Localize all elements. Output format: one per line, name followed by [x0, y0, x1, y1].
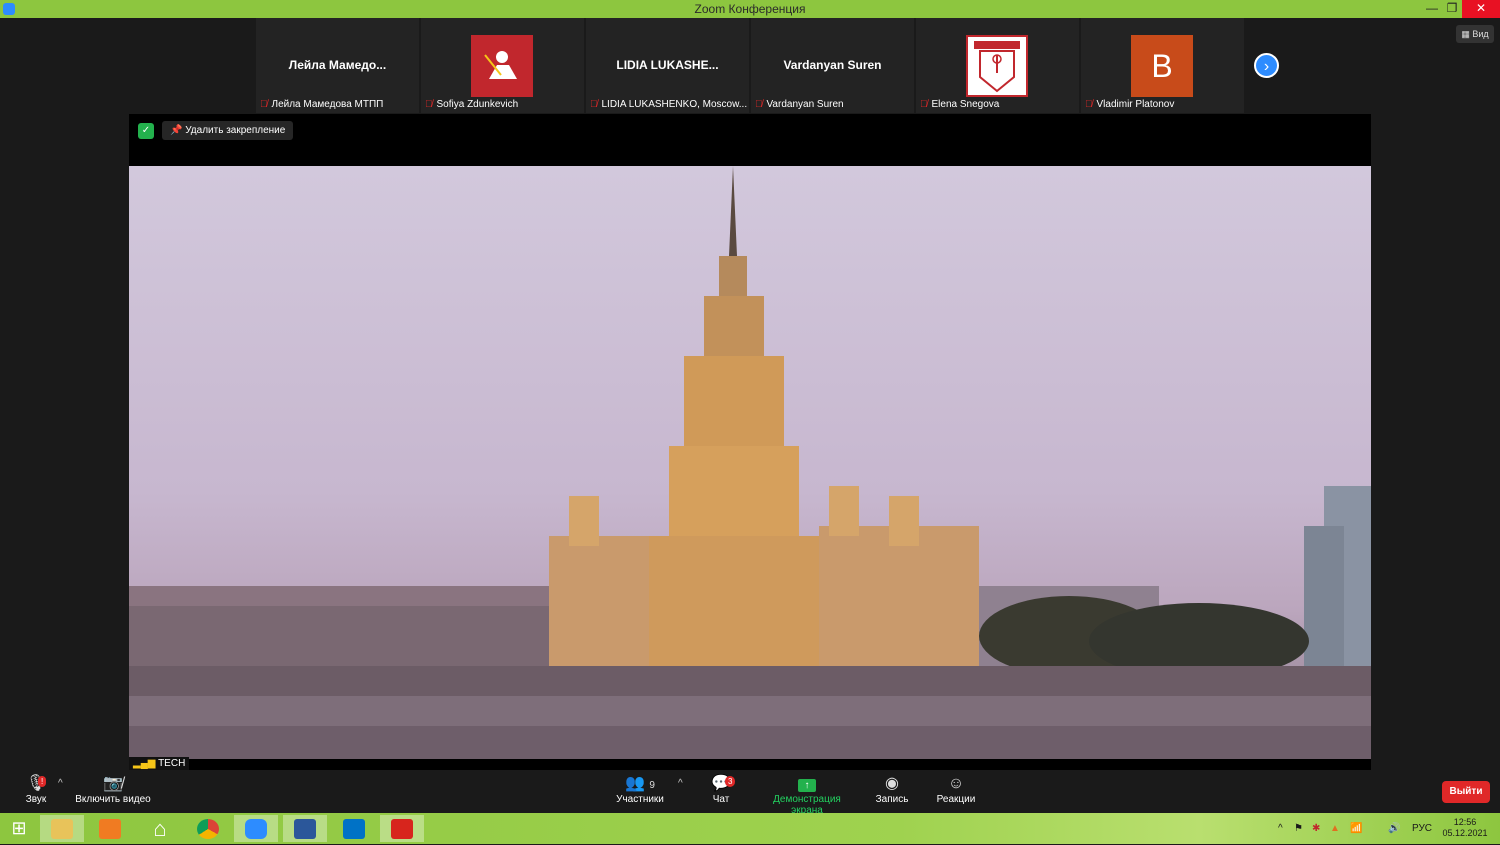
participant-tile[interactable]: Лейла Мамедо... 🎙̸ Лейла Мамедова МТПП [256, 18, 419, 113]
chrome-icon [197, 818, 219, 839]
participants-count: 9 [649, 780, 655, 791]
participant-tile[interactable]: Vardanyan Suren 🎙̸ Vardanyan Suren [751, 18, 914, 113]
windows-taskbar: ⊞ ⌂ ^ ⚑ ✱ ▲ 📶 🔊 РУС 12:56 05.12.2021 [0, 813, 1500, 844]
taskbar-outlook[interactable] [332, 815, 376, 842]
next-page-button[interactable]: › [1254, 53, 1279, 78]
microphone-icon: 🎙 [25, 775, 47, 792]
meeting-toolbar: 🎙 ! Звук ^ 📷̸ Включить видео 👥 9 Участни… [0, 770, 1500, 816]
leave-meeting-button[interactable]: Выйти [1442, 781, 1490, 803]
muted-mic-icon: 🎙̸ [425, 99, 433, 110]
tray-network-icon[interactable]: 📶 [1350, 813, 1362, 844]
window-title: Zoom Конференция [694, 2, 806, 16]
participant-tile[interactable]: B 🎙̸ Vladimir Platonov [1081, 18, 1244, 113]
muted-mic-icon: 🎙̸ [260, 99, 268, 110]
home-icon: ⌂ [153, 816, 167, 841]
participant-label: 🎙̸ Vardanyan Suren [755, 99, 844, 110]
pin-icon: 📌 [170, 125, 186, 136]
zoom-icon [245, 818, 267, 839]
participant-label: 🎙̸ Elena Snegova [920, 99, 1000, 110]
windows-logo-icon: ⊞ [11, 818, 27, 838]
title-bar: Zoom Конференция — ❐ ✕ [0, 0, 1500, 18]
taskbar-acrobat[interactable] [380, 815, 424, 842]
taskbar-chrome[interactable] [186, 815, 230, 842]
participants-button[interactable]: 👥 9 Участники [612, 774, 668, 805]
start-video-button[interactable]: 📷̸ Включить видео [72, 774, 154, 805]
muted-mic-icon: 🎙̸ [920, 99, 928, 110]
tray-app-icon[interactable]: ✱ [1312, 813, 1320, 844]
audio-options-caret[interactable]: ^ [58, 778, 63, 789]
taskbar-media-player[interactable] [88, 815, 132, 842]
share-screen-icon: ↑ [798, 779, 816, 792]
grid-icon: ▦ [1461, 29, 1473, 39]
moscow-crest-avatar [471, 35, 533, 97]
chevron-right-icon: › [1263, 58, 1270, 75]
taskbar-zoom[interactable] [234, 815, 278, 842]
outlook-icon [343, 818, 365, 839]
unpin-button[interactable]: 📌 Удалить закрепление [162, 121, 294, 140]
chat-button[interactable]: 💬 3 Чат [706, 774, 736, 805]
reactions-button[interactable]: ☺ Реакции [934, 774, 978, 805]
participant-label: 🎙̸ LIDIA LUKASHENKO, Moscow... [590, 99, 748, 110]
start-button[interactable]: ⊞ [0, 815, 38, 842]
taskbar-file-explorer[interactable] [40, 815, 84, 842]
participant-tile[interactable]: 🎙̸ Elena Snegova [916, 18, 1079, 113]
acrobat-icon [391, 818, 413, 839]
camera-off-icon: 📷̸ [103, 775, 123, 792]
signal-source-label: ▂▄▆ TECH [129, 757, 190, 770]
folder-icon [51, 818, 73, 839]
reaction-smile-icon: ☺ [947, 775, 965, 792]
muted-mic-icon: 🎙̸ [755, 99, 763, 110]
view-button[interactable]: ▦ Вид [1456, 25, 1494, 43]
media-player-icon [99, 818, 121, 839]
taskbar-word[interactable] [283, 815, 327, 842]
participant-label: 🎙̸ Лейла Мамедова МТПП [260, 99, 384, 110]
participant-display-name: Лейла Мамедо... [288, 58, 387, 72]
tray-show-hidden-icon[interactable]: ^ [1278, 813, 1283, 844]
participant-tile[interactable]: LIDIA LUKASHE... 🎙̸ LIDIA LUKASHENKO, Mos… [586, 18, 749, 113]
muted-mic-icon: 🎙̸ [590, 99, 598, 110]
taskbar-clock[interactable]: 12:56 05.12.2021 [1441, 817, 1489, 839]
audio-button[interactable]: 🎙 ! Звук [18, 774, 54, 805]
muted-mic-icon: 🎙̸ [1085, 99, 1093, 110]
record-icon: ◉ [885, 775, 899, 792]
share-screen-button[interactable]: ↑ Демонстрация экрана [757, 774, 857, 816]
audio-warning-badge: ! [38, 776, 47, 787]
signal-bars-icon: ▂▄▆ [133, 758, 159, 769]
participants-icon: 👥 [625, 775, 645, 792]
initial-avatar: B [1131, 35, 1193, 97]
video-frame [129, 166, 1371, 759]
tray-acrobat-icon[interactable]: ▲ [1330, 813, 1340, 844]
encryption-shield-icon[interactable]: ✓ [138, 123, 154, 139]
chamber-logo-avatar [966, 35, 1028, 97]
participants-options-caret[interactable]: ^ [678, 778, 683, 789]
input-language-indicator[interactable]: РУС [1412, 813, 1432, 844]
participant-tile[interactable]: 🎙̸ Sofiya Zdunkevich [421, 18, 584, 113]
close-window-button[interactable]: ✕ [1462, 0, 1500, 18]
participant-label: 🎙̸ Sofiya Zdunkevich [425, 99, 519, 110]
hotel-ukraina-scene [129, 166, 1371, 759]
record-button[interactable]: ◉ Запись [872, 774, 912, 805]
shared-video-stage: ✓ 📌 Удалить закрепление ▂▄▆ TECH [129, 114, 1371, 770]
taskbar-home[interactable]: ⌂ [138, 815, 182, 842]
tray-flag-icon[interactable]: ⚑ [1294, 813, 1303, 844]
participant-label: 🎙̸ Vladimir Platonov [1085, 99, 1175, 110]
gallery-strip: Лейла Мамедо... 🎙̸ Лейла Мамедова МТПП 🎙̸… [256, 18, 1244, 113]
tray-volume-icon[interactable]: 🔊 [1388, 813, 1400, 844]
participant-display-name: LIDIA LUKASHE... [616, 58, 719, 72]
word-icon [294, 818, 316, 839]
participant-display-name: Vardanyan Suren [783, 58, 882, 72]
